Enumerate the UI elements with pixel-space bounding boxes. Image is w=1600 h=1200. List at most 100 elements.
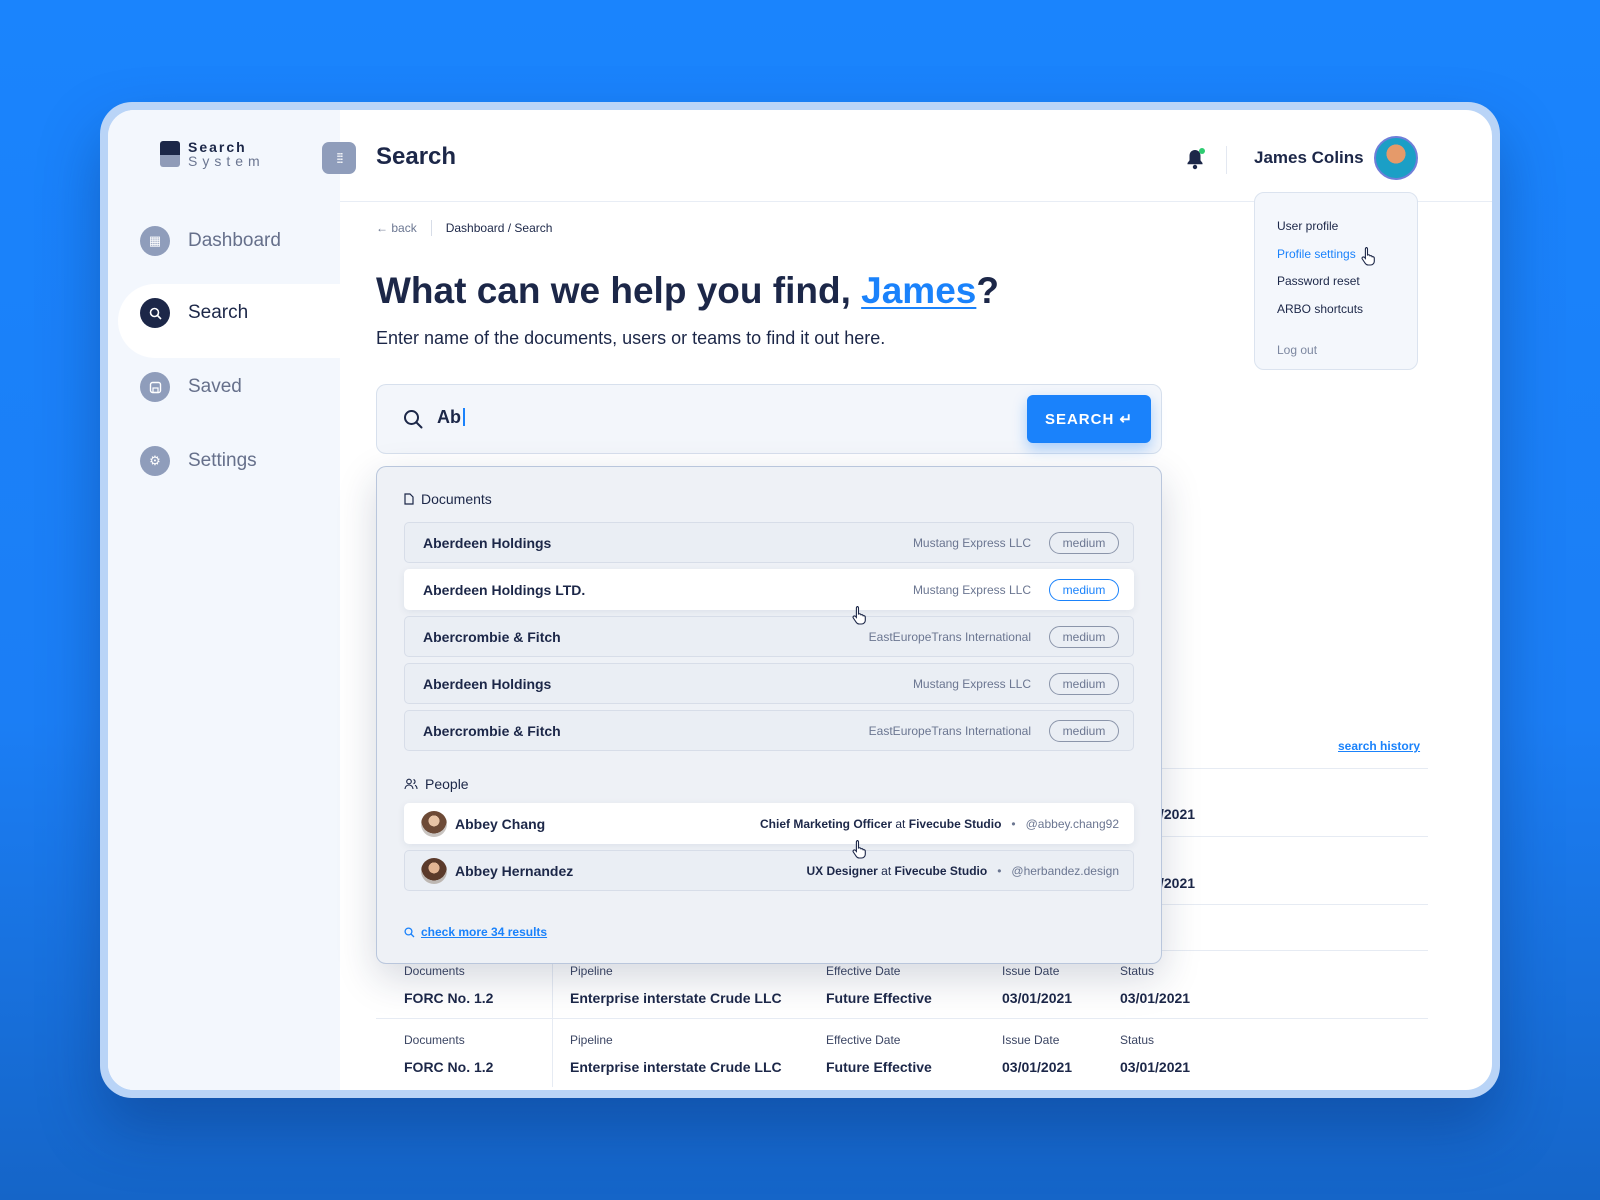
table-row[interactable]: Documents FORC No. 1.2 Pipeline Enterprise… — [376, 1019, 1428, 1087]
document-result-row[interactable]: Aberdeen Holdings LTD. Mustang Express L… — [404, 569, 1134, 610]
person-result-row[interactable]: Abbey Chang Chief Marketing Officer at F… — [404, 803, 1134, 844]
back-link[interactable]: ← back — [376, 221, 417, 235]
cell-value: FORC No. 1.2 — [404, 990, 494, 1006]
result-company: EastEuropeTrans International — [868, 629, 1031, 644]
document-result-row[interactable]: Abercrombie & Fitch EastEuropeTrans Inte… — [404, 616, 1134, 657]
peek-date: /2021 — [1160, 806, 1196, 822]
cell-value: Future Effective — [826, 1059, 932, 1075]
sidebar-item-label: Settings — [188, 450, 257, 471]
section-label: People — [425, 776, 469, 792]
save-icon — [140, 372, 170, 402]
document-result-row[interactable]: Abercrombie & Fitch EastEuropeTrans Inte… — [404, 710, 1134, 751]
person-handle: @abbey.chang92 — [1025, 816, 1119, 831]
headline: What can we help you find, James? — [376, 270, 999, 312]
person-result-row[interactable]: Abbey Hernandez UX Designer at Fivecube … — [404, 850, 1134, 891]
result-company: Mustang Express LLC — [912, 535, 1031, 550]
cell-value: Enterprise interstate Crude LLC — [570, 990, 782, 1006]
documents-section-title: Documents — [404, 491, 492, 507]
cell-label: Effective Date — [826, 964, 901, 978]
cell-label: Pipeline — [570, 964, 613, 978]
breadcrumb: ← back Dashboard / Search — [376, 220, 552, 236]
search-history-link[interactable]: search history — [1338, 739, 1420, 753]
person-name: Abbey Hernandez — [455, 862, 574, 879]
role-company: Fivecube Studio — [894, 863, 988, 878]
app-frame: Search System ⁞⁞⁞ ▦ Dashboard Search Sav… — [100, 102, 1500, 1098]
person-name: Abbey Chang — [455, 815, 546, 832]
menu-item-password-reset[interactable]: Password reset — [1277, 268, 1395, 296]
cell-value: 03/01/2021 — [1120, 990, 1191, 1006]
priority-badge: medium — [1049, 625, 1119, 648]
search-icon — [140, 298, 170, 328]
result-title: Aberdeen Holdings LTD. — [423, 581, 586, 598]
document-result-row[interactable]: Aberdeen Holdings Mustang Express LLC me… — [404, 522, 1134, 563]
notification-dot — [1199, 148, 1205, 154]
result-company: Mustang Express LLC — [912, 582, 1031, 597]
people-icon — [404, 778, 418, 790]
headline-user-name: James — [861, 270, 977, 311]
search-button[interactable]: SEARCH ↵ — [1027, 395, 1151, 443]
page-title: Search — [376, 143, 457, 170]
person-avatar — [421, 810, 447, 837]
person-handle: @herbandez.design — [1011, 863, 1119, 878]
sidebar-item-label: Search — [188, 302, 249, 323]
person-avatar — [421, 857, 447, 884]
user-avatar[interactable] — [1374, 136, 1418, 180]
document-result-row[interactable]: Aberdeen Holdings Mustang Express LLC me… — [404, 663, 1134, 704]
breadcrumb-path[interactable]: Dashboard / Search — [446, 221, 553, 235]
person-role: Chief Marketing Officer at Fivecube Stud… — [760, 817, 1001, 831]
cell-label: Status — [1120, 964, 1155, 978]
menu-item-user-profile[interactable]: User profile — [1277, 213, 1395, 241]
result-title: Abercrombie & Fitch — [423, 722, 561, 739]
cell-value: Future Effective — [826, 990, 932, 1006]
cell-value: 03/01/2021 — [1002, 990, 1073, 1006]
cell-value: FORC No. 1.2 — [404, 1059, 494, 1075]
cell-label: Issue Date — [1002, 1033, 1060, 1047]
person-role: UX Designer at Fivecube Studio — [806, 864, 987, 878]
search-bar[interactable]: Ab SEARCH ↵ — [376, 384, 1162, 454]
apps-grid-button[interactable]: ⁞⁞⁞ — [322, 142, 356, 174]
result-company: Mustang Express LLC — [912, 676, 1031, 691]
notification-bell-icon[interactable] — [1186, 148, 1205, 170]
more-results-label: check more 34 results — [421, 925, 548, 939]
app-window: Search System ⁞⁞⁞ ▦ Dashboard Search Sav… — [108, 110, 1492, 1090]
cell-label: Status — [1120, 1033, 1155, 1047]
separator-dot: • — [1011, 816, 1016, 831]
arrow-left-icon: ← — [376, 221, 388, 235]
hand-cursor-icon — [852, 839, 866, 859]
search-input[interactable]: Ab — [437, 407, 465, 428]
cell-label: Documents — [404, 1033, 465, 1047]
result-title: Aberdeen Holdings — [423, 675, 552, 692]
sidebar-item-label: Saved — [188, 376, 242, 397]
role-title: Chief Marketing Officer — [760, 816, 893, 831]
user-menu: User profile Profile settings Password r… — [1254, 192, 1418, 370]
role-title: UX Designer — [806, 863, 878, 878]
grid-icon: ⁞⁞⁞ — [336, 150, 344, 166]
cell-label: Pipeline — [570, 1033, 613, 1047]
dashboard-icon: ▦ — [140, 226, 170, 256]
back-label: back — [391, 221, 417, 235]
sidebar-item-settings[interactable]: ⚙ Settings — [140, 446, 257, 476]
app-logo[interactable]: Search System — [160, 140, 265, 168]
sidebar-item-label: Dashboard — [188, 230, 281, 251]
role-at: at — [895, 816, 906, 831]
priority-badge: medium — [1049, 719, 1119, 742]
user-name[interactable]: James Colins — [1254, 148, 1364, 168]
role-company: Fivecube Studio — [908, 816, 1002, 831]
headline-suffix: ? — [976, 270, 999, 311]
divider — [1226, 146, 1227, 174]
divider — [552, 1019, 553, 1087]
sidebar-item-dashboard[interactable]: ▦ Dashboard — [140, 226, 281, 256]
priority-badge: medium — [1049, 531, 1119, 554]
headline-prefix: What can we help you find, — [376, 270, 862, 311]
priority-badge: medium — [1049, 578, 1119, 601]
menu-item-log-out[interactable]: Log out — [1277, 337, 1395, 365]
divider — [430, 220, 432, 236]
check-more-results-link[interactable]: check more 34 results — [404, 925, 547, 939]
result-company: EastEuropeTrans International — [868, 723, 1031, 738]
sidebar-item-search[interactable]: Search — [140, 298, 248, 328]
cell-label: Effective Date — [826, 1033, 901, 1047]
cell-label: Documents — [404, 964, 465, 978]
menu-item-arbo-shortcuts[interactable]: ARBO shortcuts — [1277, 296, 1395, 324]
logo-line-1: Search — [188, 139, 247, 155]
sidebar-item-saved[interactable]: Saved — [140, 372, 242, 402]
